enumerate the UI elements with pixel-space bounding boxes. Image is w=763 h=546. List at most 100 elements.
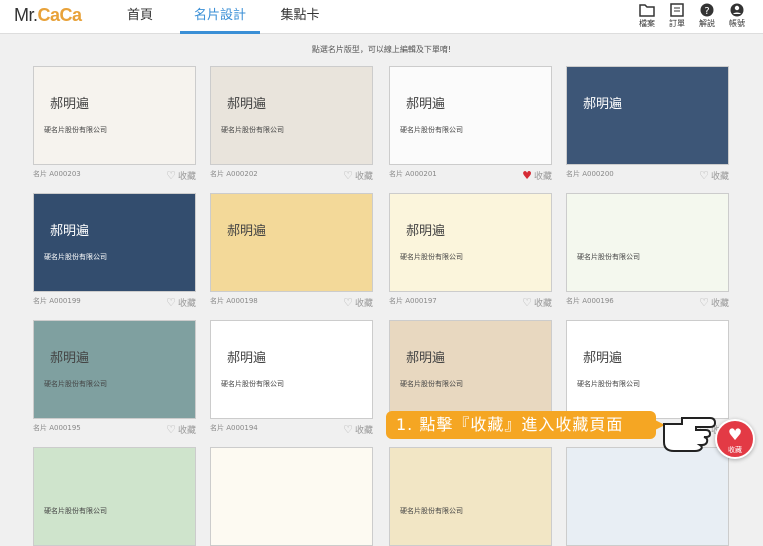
tool-help[interactable]: ? 解説 [695, 3, 719, 29]
card-name: 郝明遍 [227, 97, 267, 112]
card-name: 郝明遍 [227, 224, 267, 239]
template-card[interactable]: 郝明遍 [210, 193, 373, 292]
pointing-hand-icon [663, 417, 717, 452]
card-name: 郝明遍 [50, 351, 90, 366]
heart-icon: ♡ [166, 423, 176, 436]
tip-banner: 1. 點擊『收藏』進入收藏頁面 [386, 411, 665, 439]
folder-icon [639, 4, 655, 17]
tool-order[interactable]: 訂單 [665, 3, 689, 29]
favorite-label: 收藏 [354, 426, 373, 436]
help-icon: ? [700, 3, 714, 17]
favorite-label: 收藏 [710, 172, 729, 182]
card-company: 硬名片股份有限公司 [577, 253, 640, 261]
card-company: 硬名片股份有限公司 [44, 126, 107, 134]
nav-design[interactable]: 名片設計 [180, 0, 260, 34]
card-company: 硬名片股份有限公司 [400, 507, 463, 515]
template-card[interactable]: 郝明遍硬名片股份有限公司 [389, 320, 552, 419]
card-name: 郝明遍 [406, 351, 446, 366]
card-code: 名片 A000194 [210, 424, 258, 432]
account-icon [730, 3, 744, 17]
card-name: 郝明遍 [583, 351, 623, 366]
heart-icon: ♡ [699, 296, 709, 309]
favorite-label: 收藏 [177, 299, 196, 309]
favorite-label: 收藏 [177, 172, 196, 182]
heart-icon: ♡ [522, 296, 532, 309]
card-code: 名片 A000202 [210, 170, 258, 178]
card-meta: 名片 A000202 ♡ 收藏 [210, 169, 373, 183]
favorite-toggle[interactable]: ♡收藏 [166, 423, 196, 436]
nav-home[interactable]: 首頁 [100, 0, 180, 34]
template-card[interactable]: 郝明遍硬名片股份有限公司 [210, 320, 373, 419]
card-meta: 名片 A000201 ♥ 收藏 [389, 169, 552, 183]
template-card[interactable]: 郝明遍硬名片股份有限公司 [33, 193, 196, 292]
card-name: 郝明遍 [583, 97, 623, 112]
tool-account[interactable]: 帳號 [725, 3, 749, 29]
card-meta: 名片 A000203 ♡ 收藏 [33, 169, 196, 183]
card-name: 郝明遍 [406, 97, 446, 112]
card-code: 名片 A000198 [210, 297, 258, 305]
card-meta: 名片 A000200 ♡ 收藏 [566, 169, 729, 183]
favorite-toggle[interactable]: ♡收藏 [522, 296, 552, 309]
card-company: 硬名片股份有限公司 [400, 253, 463, 261]
card-company: 硬名片股份有限公司 [400, 380, 463, 388]
template-card[interactable]: 硬名片股份有限公司 [566, 193, 729, 292]
card-meta: 名片 A000198 ♡ 收藏 [210, 296, 373, 310]
card-code: 名片 A000195 [33, 424, 81, 432]
template-card[interactable]: 硬名片股份有限公司 [33, 447, 196, 546]
card-meta: 名片 A000195 ♡ 收藏 [33, 423, 196, 437]
favorite-label: 收藏 [533, 299, 552, 309]
heart-icon: ♥ [727, 425, 743, 444]
card-company: 硬名片股份有限公司 [44, 380, 107, 388]
card-company: 硬名片股份有限公司 [44, 507, 107, 515]
favorite-toggle[interactable]: ♡收藏 [343, 296, 373, 309]
heart-icon: ♡ [166, 296, 176, 309]
heart-icon: ♡ [343, 423, 353, 436]
template-card[interactable]: 郝明遍硬名片股份有限公司 [389, 193, 552, 292]
heart-icon: ♡ [343, 296, 353, 309]
template-card[interactable]: 郝明遍 [566, 66, 729, 165]
favorite-toggle[interactable]: ♡收藏 [166, 169, 196, 182]
card-code: 名片 A000199 [33, 297, 81, 305]
template-card[interactable]: 硬名片股份有限公司 [389, 447, 552, 546]
card-name: 郝明遍 [227, 351, 267, 366]
favorite-toggle[interactable]: ♡收藏 [699, 296, 729, 309]
card-name: 郝明遍 [50, 224, 90, 239]
template-card[interactable] [566, 447, 729, 546]
template-card[interactable]: 郝明遍硬名片股份有限公司 [33, 66, 196, 165]
card-company: 硬名片股份有限公司 [221, 126, 284, 134]
card-name: 郝明遍 [406, 224, 446, 239]
template-card[interactable]: 郝明遍硬名片股份有限公司 [389, 66, 552, 165]
card-company: 硬名片股份有限公司 [577, 380, 640, 388]
card-code: 名片 A000196 [566, 297, 614, 305]
favorites-button[interactable]: ♥ 收藏 [715, 419, 755, 459]
card-meta: 名片 A000199 ♡ 收藏 [33, 296, 196, 310]
heart-icon: ♥ [522, 169, 532, 182]
logo[interactable]: Mr.CaCa [14, 5, 82, 26]
card-company: 硬名片股份有限公司 [221, 380, 284, 388]
favorite-label: 收藏 [710, 299, 729, 309]
card-meta: 名片 A000194 ♡ 收藏 [210, 423, 373, 437]
favorite-label: 收藏 [354, 172, 373, 182]
tool-file[interactable]: 檔案 [635, 3, 659, 29]
nav-points[interactable]: 集點卡 [260, 0, 340, 34]
favorite-label: 收藏 [354, 299, 373, 309]
card-company: 硬名片股份有限公司 [44, 253, 107, 261]
favorite-label: 收藏 [533, 172, 552, 182]
favorite-toggle[interactable]: ♡收藏 [166, 296, 196, 309]
template-card[interactable]: 郝明遍硬名片股份有限公司 [33, 320, 196, 419]
card-meta: 名片 A000196 ♡ 收藏 [566, 296, 729, 310]
favorite-toggle[interactable]: ♥ 收藏 [522, 169, 552, 182]
card-code: 名片 A000203 [33, 170, 81, 178]
heart-icon: ♡ [166, 169, 176, 182]
favorite-label: 收藏 [177, 426, 196, 436]
favorite-toggle[interactable]: ♡收藏 [343, 423, 373, 436]
main-nav: 首頁 名片設計 集點卡 [100, 0, 340, 34]
card-company: 硬名片股份有限公司 [400, 126, 463, 134]
order-icon [670, 3, 684, 17]
template-card[interactable] [210, 447, 373, 546]
favorite-toggle[interactable]: ♡收藏 [699, 169, 729, 182]
favorite-toggle[interactable]: ♡收藏 [343, 169, 373, 182]
hint-text: 點選名片版型，可以線上編輯及下單唷! [311, 45, 452, 54]
card-name: 郝明遍 [50, 97, 90, 112]
template-card[interactable]: 郝明遍硬名片股份有限公司 [210, 66, 373, 165]
